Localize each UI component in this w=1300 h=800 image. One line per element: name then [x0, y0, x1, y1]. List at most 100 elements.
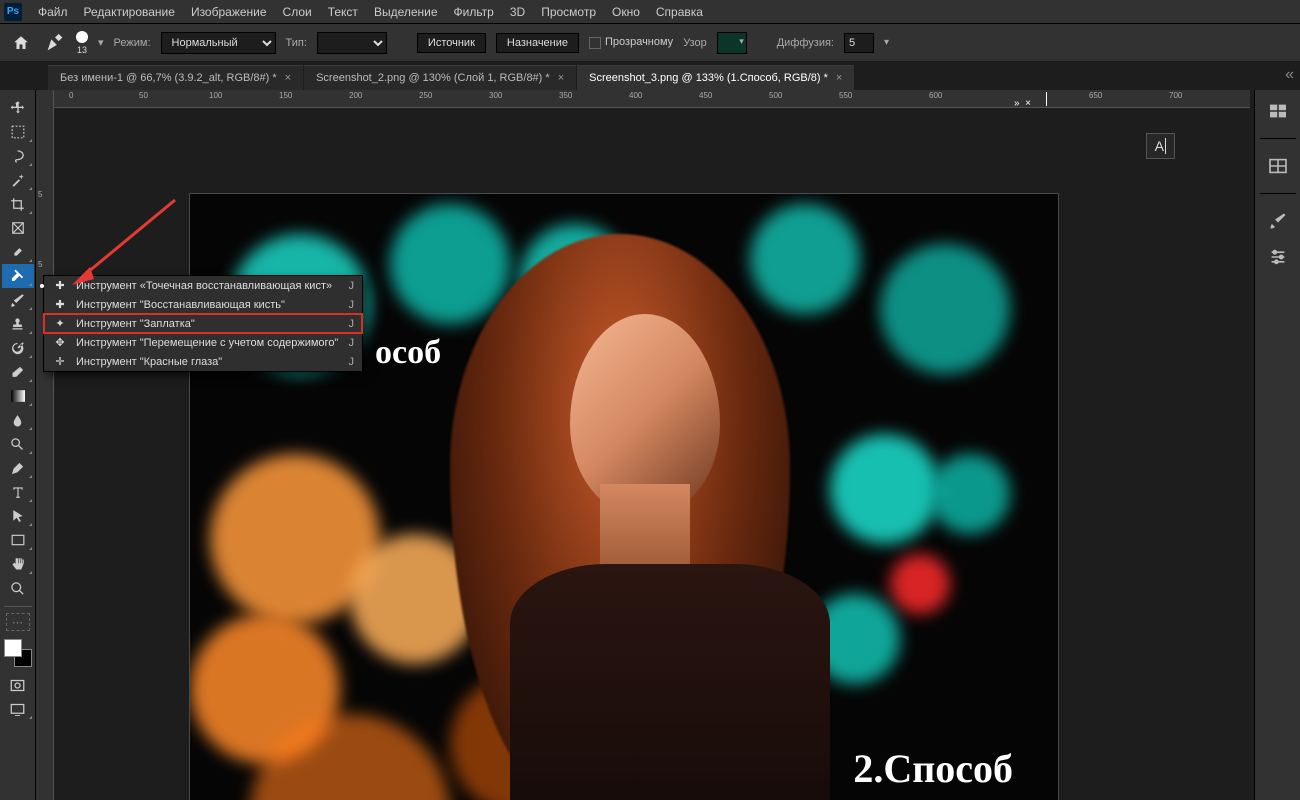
options-bar: 13 ▾ Режим: Нормальный Тип: Источник Наз… — [0, 24, 1300, 62]
foreground-color[interactable] — [4, 639, 22, 657]
mode-label: Режим: — [114, 37, 151, 49]
menu-window[interactable]: Окно — [604, 5, 648, 19]
menu-file[interactable]: Файл — [30, 5, 76, 19]
tool-frame[interactable] — [2, 216, 34, 240]
panel-icon-swatches[interactable] — [1263, 153, 1293, 179]
tool-history-brush[interactable] — [2, 336, 34, 360]
diffusion-input[interactable] — [844, 33, 874, 53]
close-icon[interactable]: × — [285, 72, 291, 84]
tool-type[interactable] — [2, 480, 34, 504]
chevron-down-icon[interactable]: ▾ — [98, 36, 104, 49]
tool-preset-icon[interactable] — [44, 32, 66, 54]
ruler-tick: 500 — [769, 91, 782, 100]
destination-button[interactable]: Назначение — [496, 33, 579, 53]
close-icon[interactable]: × — [558, 72, 564, 84]
ruler-marker: » × — [1014, 98, 1031, 108]
flyout-item-patch[interactable]: ✦Инструмент "Заплатка"J — [44, 314, 362, 333]
pattern-swatch[interactable]: ▾ — [717, 32, 747, 54]
expand-panels-icon[interactable]: « — [1285, 66, 1294, 84]
canvas-text-2: 2.Способ — [853, 745, 1013, 792]
menu-select[interactable]: Выделение — [366, 5, 446, 19]
bandage-icon: ✚ — [52, 279, 68, 292]
type-select[interactable] — [317, 32, 387, 54]
tool-wand[interactable] — [2, 168, 34, 192]
ruler-tick: 550 — [839, 91, 852, 100]
close-icon[interactable]: × — [836, 72, 842, 84]
move-icon: ✥ — [52, 336, 68, 349]
menu-filter[interactable]: Фильтр — [446, 5, 502, 19]
panel-icon-brushes[interactable] — [1263, 208, 1293, 234]
tool-move[interactable] — [2, 96, 34, 120]
ruler-tick: 600 — [929, 91, 942, 100]
source-button[interactable]: Источник — [417, 33, 486, 53]
flyout-item-heal[interactable]: ✚Инструмент "Восстанавливающая кисть"J — [44, 295, 362, 314]
ruler-tick: 250 — [419, 91, 432, 100]
tool-stamp[interactable] — [2, 312, 34, 336]
tool-marquee[interactable] — [2, 120, 34, 144]
tab-doc-1[interactable]: Без имени-1 @ 66,7% (3.9.2_alt, RGB/8#) … — [48, 65, 303, 90]
brush-size-preview[interactable]: 13 — [76, 31, 88, 55]
color-swatches[interactable] — [4, 639, 32, 667]
tool-healing[interactable] — [2, 264, 34, 288]
type-label: Тип: — [286, 37, 307, 49]
brush-size-value: 13 — [77, 45, 87, 55]
tool-eyedropper[interactable] — [2, 240, 34, 264]
tool-crop[interactable] — [2, 192, 34, 216]
menu-edit[interactable]: Редактирование — [76, 5, 183, 19]
tool-edit-toolbar[interactable]: ⋯ — [6, 613, 30, 631]
menu-3d[interactable]: 3D — [502, 5, 533, 19]
flyout-label: Инструмент "Красные глаза" — [76, 356, 222, 368]
redeye-icon: ✛ — [52, 355, 68, 368]
chevron-down-icon[interactable]: ▾ — [884, 37, 889, 48]
home-icon[interactable] — [8, 30, 34, 56]
tool-eraser[interactable] — [2, 360, 34, 384]
pattern-label: Узор — [683, 37, 707, 49]
panel-icon-adjust[interactable] — [1263, 244, 1293, 270]
vertical-ruler: 5 5 — [36, 90, 54, 800]
mode-select[interactable]: Нормальный — [161, 32, 276, 54]
tool-blur[interactable] — [2, 408, 34, 432]
tool-shape[interactable] — [2, 528, 34, 552]
flyout-label: Инструмент "Перемещение с учетом содержи… — [76, 337, 338, 349]
menu-image[interactable]: Изображение — [183, 5, 275, 19]
ruler-tick: 50 — [139, 91, 148, 100]
menu-layer[interactable]: Слои — [275, 5, 320, 19]
tool-dodge[interactable] — [2, 432, 34, 456]
tab-label: Без имени-1 @ 66,7% (3.9.2_alt, RGB/8#) … — [60, 72, 277, 84]
screenmode-icon[interactable] — [2, 697, 34, 721]
tool-zoom[interactable] — [2, 576, 34, 600]
tool-lasso[interactable] — [2, 144, 34, 168]
transparent-checkbox[interactable]: Прозрачному — [589, 36, 673, 48]
shortcut-key: J — [349, 318, 355, 330]
tool-hand[interactable] — [2, 552, 34, 576]
tool-brush[interactable] — [2, 288, 34, 312]
flyout-item-spot-heal[interactable]: ✚ Инструмент «Точечная восстанавливающая … — [44, 276, 362, 295]
tab-label: Screenshot_2.png @ 130% (Слой 1, RGB/8#)… — [316, 72, 550, 84]
tool-path-select[interactable] — [2, 504, 34, 528]
diffusion-label: Диффузия: — [777, 37, 834, 49]
ruler-tick: 350 — [559, 91, 572, 100]
ruler-tick: 0 — [69, 91, 73, 100]
menu-help[interactable]: Справка — [648, 5, 711, 19]
tool-pen[interactable] — [2, 456, 34, 480]
shortcut-key: J — [349, 356, 355, 368]
horizontal-ruler: 0 50 100 150 200 250 300 350 400 450 500… — [54, 90, 1250, 108]
flyout-item-redeye[interactable]: ✛ Инструмент "Красные глаза" J — [44, 352, 362, 371]
workspace: ⋯ 5 5 0 50 100 150 200 250 300 350 400 4… — [0, 90, 1300, 800]
document-tabs: Без имени-1 @ 66,7% (3.9.2_alt, RGB/8#) … — [0, 62, 1300, 90]
canvas-area[interactable]: особ 2.Способ 1.Способ A — [54, 108, 1250, 800]
flyout-label: Инструмент «Точечная восстанавливающая к… — [76, 280, 332, 292]
menu-type[interactable]: Текст — [320, 5, 366, 19]
flyout-label: Инструмент "Восстанавливающая кисть" — [76, 299, 285, 311]
tab-doc-3[interactable]: Screenshot_3.png @ 133% (1.Способ, RGB/8… — [577, 65, 854, 90]
tool-gradient[interactable] — [2, 384, 34, 408]
quickmask-icon[interactable] — [2, 673, 34, 697]
ruler-tick: 300 — [489, 91, 502, 100]
panel-icon-color[interactable] — [1263, 98, 1293, 124]
menu-view[interactable]: Просмотр — [533, 5, 604, 19]
ruler-tick: 650 — [1089, 91, 1102, 100]
ruler-tick: 700 — [1169, 91, 1182, 100]
ruler-tick: 150 — [279, 91, 292, 100]
flyout-item-content-move[interactable]: ✥ Инструмент "Перемещение с учетом содерж… — [44, 333, 362, 352]
tab-doc-2[interactable]: Screenshot_2.png @ 130% (Слой 1, RGB/8#)… — [304, 65, 576, 90]
